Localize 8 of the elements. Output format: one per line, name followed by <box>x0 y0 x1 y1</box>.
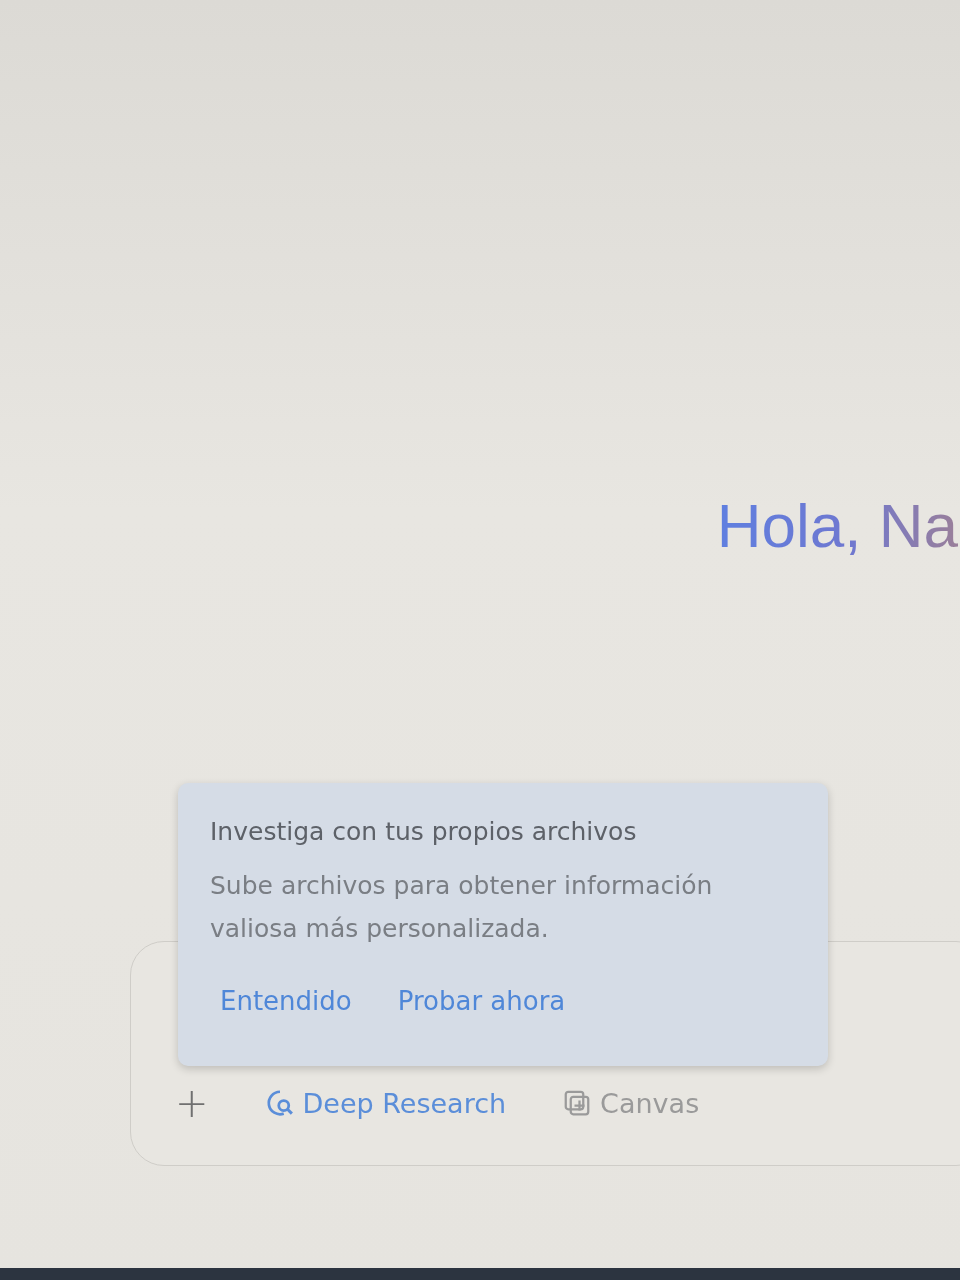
tooltip-title: Investiga con tus propios archivos <box>210 817 638 846</box>
canvas-tool-button[interactable]: Canvas <box>558 1083 704 1123</box>
tooltip-action-button[interactable]: Entendido <box>212 980 360 1022</box>
add-button[interactable]: + <box>171 1083 213 1123</box>
tooltip-text: Sube archivos para obtener información valiosa más personalizada. <box>210 870 714 945</box>
search-globe-icon <box>264 1088 295 1118</box>
deep-research-button[interactable]: Deep Research <box>260 1083 511 1123</box>
tooltip-action-button[interactable]: Probar ahora <box>389 980 574 1022</box>
